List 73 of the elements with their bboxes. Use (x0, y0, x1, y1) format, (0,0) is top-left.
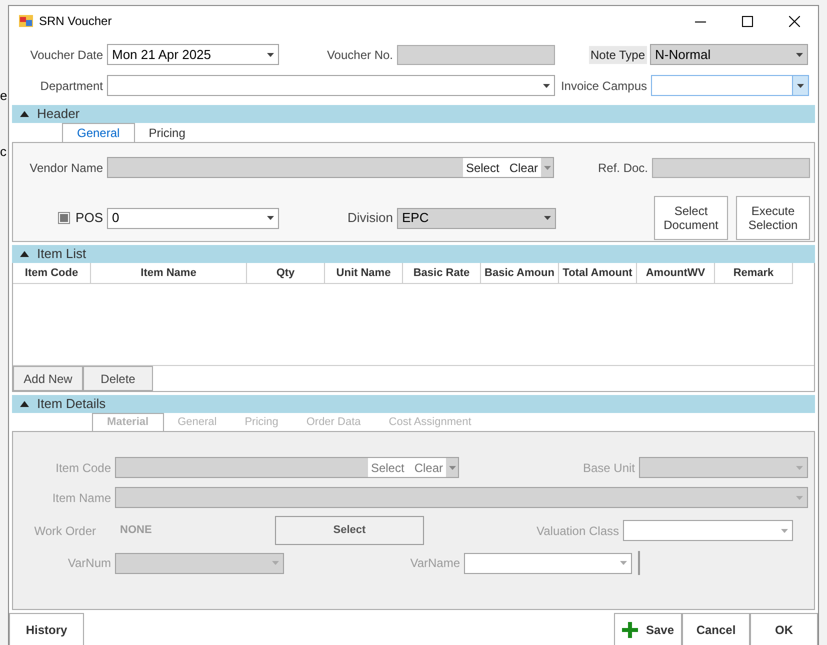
section-title: Item Details (37, 395, 106, 414)
tab[interactable]: Pricing (134, 123, 200, 142)
field-label: Note Type (588, 46, 647, 64)
caret-icon (266, 216, 274, 220)
plus-icon (622, 622, 638, 638)
caret-icon (272, 561, 278, 565)
app-icon (19, 14, 33, 28)
field-label: Ref. Doc. (598, 160, 648, 176)
clear-link[interactable]: Clear (509, 158, 538, 176)
field-label: Division (347, 209, 393, 228)
column-header[interactable]: Qty (247, 263, 325, 284)
work-order-value: NONE (119, 523, 153, 538)
column-header[interactable]: AmountWV (637, 263, 715, 284)
caret-icon (544, 216, 550, 220)
footer-button[interactable]: History (9, 613, 84, 645)
dropdown-field[interactable]: EPC (397, 208, 556, 228)
list-button[interactable]: Add New (13, 366, 83, 391)
column-header[interactable]: Remark (715, 263, 793, 284)
dropdown-field[interactable]: 0 (107, 208, 279, 228)
dropdown-field[interactable]: Mon 21 Apr 2025 (107, 44, 279, 65)
caret-icon (796, 52, 802, 56)
close-icon[interactable] (789, 16, 800, 26)
column-header[interactable]: Basic Rate (403, 263, 481, 284)
caret-icon (266, 52, 274, 56)
section-title: Header (37, 105, 80, 124)
section-header-bar[interactable]: Item List (12, 245, 815, 263)
field-label: POS (76, 209, 103, 228)
caret-icon (796, 496, 802, 500)
action-button[interactable]: Execute Selection (736, 196, 810, 240)
field-label: Voucher No. (326, 46, 393, 64)
tab[interactable]: General (62, 123, 135, 142)
caret-icon (542, 84, 550, 88)
lookup-field[interactable]: Select Clear (107, 157, 554, 178)
list-button[interactable]: Delete (83, 366, 153, 391)
section-title: Item List (37, 245, 86, 264)
field-label: Department (40, 78, 103, 94)
column-header[interactable]: Item Code (13, 263, 91, 284)
field-label: Base Unit (582, 460, 635, 476)
window-title: SRN Voucher (39, 13, 112, 30)
background-text: e (0, 87, 8, 105)
caret-icon (796, 466, 802, 470)
pos-checkbox[interactable] (58, 212, 70, 224)
field-label: Invoice Campus (560, 78, 647, 94)
background-text: c (0, 143, 6, 161)
field-label: Item Code (56, 460, 111, 476)
caret-icon (620, 561, 626, 565)
field-label: Valuation Class (536, 522, 619, 540)
section-header-bar[interactable]: Header (12, 105, 815, 123)
field-label: Vendor Name (30, 160, 103, 176)
field-label: VarName (410, 555, 460, 572)
dropdown-field[interactable] (651, 75, 809, 96)
action-button[interactable]: Select Document (654, 196, 728, 240)
caret-icon (544, 166, 550, 170)
field-label: VarNum (68, 555, 111, 572)
column-header[interactable]: Unit Name (325, 263, 403, 284)
field-label: Voucher Date (30, 46, 103, 64)
caret-icon (448, 466, 456, 470)
field-label: Item Name (52, 490, 111, 506)
select-link[interactable]: Select (466, 158, 500, 176)
field-label: Work Order (34, 522, 96, 540)
voucher-number-field[interactable] (397, 44, 555, 64)
dropdown-field[interactable] (107, 75, 555, 96)
reference-document-field[interactable] (652, 158, 810, 178)
column-header[interactable]: Total Amount (559, 263, 637, 284)
caret-icon (780, 528, 788, 532)
save-button[interactable]: Save (614, 613, 682, 645)
column-header[interactable]: Basic Amoun (481, 263, 559, 284)
column-header[interactable]: Item Name (91, 263, 247, 284)
maximize-icon[interactable] (742, 16, 753, 26)
footer-button[interactable]: OK (750, 613, 818, 645)
footer-button[interactable]: Cancel (682, 613, 750, 645)
caret-icon (797, 84, 804, 88)
dropdown-field[interactable]: N-Normal (650, 44, 808, 65)
